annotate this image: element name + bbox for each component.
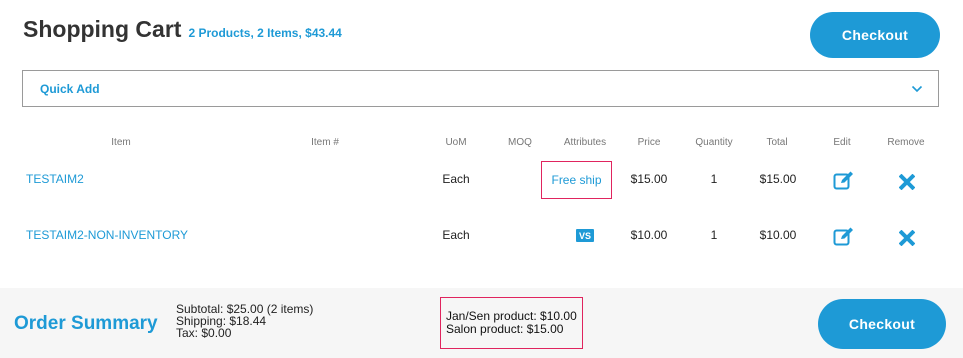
cart-count-summary: 2 Products, 2 Items, $43.44: [188, 26, 342, 40]
uom-value: Each: [442, 228, 470, 242]
order-summary-title: Order Summary: [14, 313, 158, 334]
attribute-vs-badge: VS: [576, 229, 594, 242]
close-icon[interactable]: [898, 173, 916, 191]
quick-add-dropdown[interactable]: Quick Add: [22, 70, 939, 107]
tax-text: Tax: $0.00: [176, 326, 232, 340]
price-value: $15.00: [630, 172, 668, 186]
column-header-moq: MOQ: [508, 137, 532, 148]
edit-icon[interactable]: [833, 170, 855, 190]
column-header-total: Total: [766, 137, 788, 148]
edit-icon[interactable]: [833, 226, 855, 246]
attribute-free-ship: Free ship: [551, 173, 602, 187]
quantity-value: 1: [710, 228, 718, 242]
quick-add-label: Quick Add: [40, 81, 100, 96]
uom-value: Each: [442, 172, 470, 186]
quantity-value: 1: [710, 172, 718, 186]
attribute-highlight: Free ship: [541, 161, 612, 199]
column-header-uom: UoM: [445, 137, 467, 148]
product-line: Salon product: $15.00: [446, 322, 564, 336]
chevron-down-icon: [911, 84, 923, 94]
price-value: $10.00: [630, 228, 668, 242]
checkout-button-top[interactable]: Checkout: [810, 12, 940, 58]
shopping-cart-page: Shopping Cart 2 Products, 2 Items, $43.4…: [0, 0, 963, 358]
column-header-price: Price: [637, 137, 661, 148]
column-header-quantity: Quantity: [695, 137, 733, 148]
column-header-attributes: Attributes: [563, 137, 607, 148]
cart-header: Shopping Cart 2 Products, 2 Items, $43.4…: [23, 16, 342, 43]
checkout-button-bottom[interactable]: Checkout: [818, 299, 946, 349]
close-icon[interactable]: [898, 229, 916, 247]
column-header-edit: Edit: [833, 137, 851, 148]
product-breakdown-box: Jan/Sen product: $10.00 Salon product: $…: [440, 297, 583, 349]
page-title: Shopping Cart: [23, 16, 182, 42]
column-header-item-number: Item #: [311, 137, 339, 148]
total-value: $10.00: [759, 228, 797, 242]
total-value: $15.00: [759, 172, 797, 186]
item-link[interactable]: TESTAIM2: [26, 172, 84, 186]
order-summary-totals: Subtotal: $25.00 (2 items) Shipping: $18…: [176, 303, 313, 339]
item-link[interactable]: TESTAIM2-NON-INVENTORY: [26, 228, 188, 242]
column-header-item: Item: [111, 137, 131, 148]
column-header-remove: Remove: [887, 137, 925, 148]
